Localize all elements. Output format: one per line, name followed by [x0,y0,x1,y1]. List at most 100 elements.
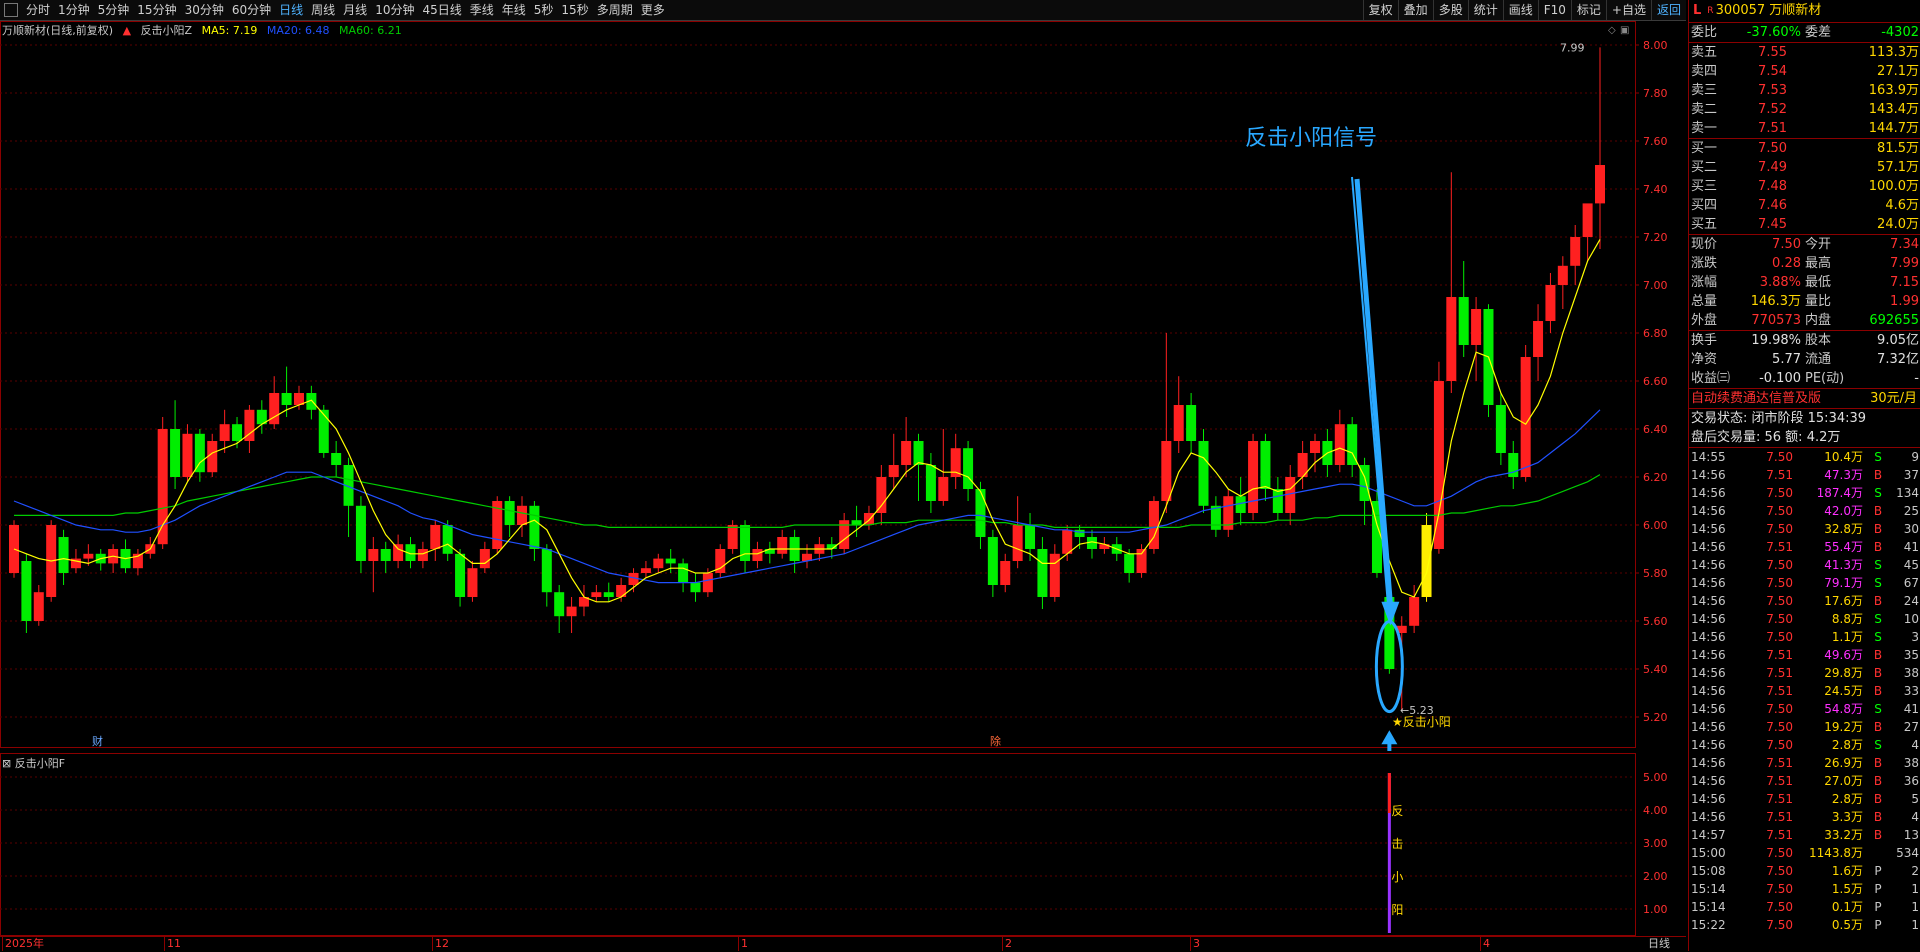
bid-row[interactable]: 买五 7.45 24.0万 [1689,215,1920,234]
candle-body [194,433,205,473]
tick-count: 38 [1903,666,1919,680]
period-tab[interactable]: 更多 [637,0,669,20]
bid-row[interactable]: 买二 7.49 57.1万 [1689,158,1920,177]
bid-label: 买四 [1691,198,1718,213]
candle [888,433,899,489]
period-tab[interactable]: 15分钟 [133,0,180,20]
candle [1235,477,1246,525]
candle-body [1471,309,1482,345]
tick-row: 14:56 7.51 27.0万 B 36 [1689,772,1920,790]
stat-value: 7.99 [1890,256,1919,271]
toolbar-button[interactable]: 画线 [1502,0,1538,20]
tick-time: 14:56 [1691,558,1726,572]
main-kline-chart[interactable]: 8.00 7.80 7.60 7.40 7.20 7.00 6.80 6.60 6.40 6.20… [0,21,1686,751]
ask-row[interactable]: 卖三 7.53 163.9万 [1689,81,1920,100]
tick-price: 7.50 [1766,630,1793,644]
menu-icon[interactable] [4,3,18,17]
period-tab[interactable]: 季线 [466,0,498,20]
ask-volume: 113.3万 [1868,45,1919,60]
candle [1260,433,1271,501]
tick-price: 7.51 [1766,540,1793,554]
candle-body [207,441,218,473]
candle [33,585,44,626]
x-axis-label: 3 [1190,937,1200,951]
period-tab[interactable]: 多周期 [593,0,637,20]
candle-body [665,558,676,564]
y-tick-label: 6.00 [1643,519,1668,532]
candle [764,541,775,564]
fundamental-value: - [1914,371,1919,386]
tick-price: 7.51 [1766,792,1793,806]
period-tab[interactable]: 月线 [339,0,371,20]
diamond-icon[interactable]: ◇ [1608,25,1616,36]
event-marker[interactable]: 财 [92,734,103,748]
ask-volume: 27.1万 [1877,64,1919,79]
tick-volume: 26.9万 [1824,756,1863,770]
promo-row[interactable]: 自动续费通达信普及版 30元/月 [1689,388,1920,408]
x-axis-label: 11 [164,937,181,951]
stat-row: 涨跌 0.28 最高 7.99 [1689,254,1920,273]
bid-row[interactable]: 买一 7.50 81.5万 [1689,139,1920,158]
tick-price: 7.51 [1766,828,1793,842]
candle [529,501,540,561]
toolbar-button[interactable]: 标记 [1570,0,1606,20]
toolbar-button[interactable]: F10 [1537,0,1571,20]
toolbar-button[interactable]: 多股 [1432,0,1468,20]
signal-label: ★反击小阳 [1392,715,1451,729]
candle [802,544,812,569]
toolbar-button[interactable]: 统计 [1467,0,1503,20]
event-marker[interactable]: 除 [990,734,1001,748]
candle [504,496,515,537]
period-tab[interactable]: 45日线 [418,0,465,20]
tick-volume: 1.1万 [1831,630,1863,644]
candle [517,496,528,537]
toolbar-button[interactable]: 叠加 [1397,0,1433,20]
bid-volume: 81.5万 [1877,141,1919,156]
tick-volume: 1143.8万 [1809,846,1863,860]
period-tab[interactable]: 5分钟 [94,0,134,20]
toolbar-button[interactable]: 复权 [1362,0,1398,20]
period-tab[interactable]: 日线 [275,0,307,20]
window-icon[interactable]: ▣ [1620,25,1629,36]
bid-row[interactable]: 买四 7.46 4.6万 [1689,196,1920,215]
ask-row[interactable]: 卖四 7.54 27.1万 [1689,62,1920,81]
period-tab[interactable]: 60分钟 [228,0,275,20]
tick-row: 14:56 7.51 26.9万 B 38 [1689,754,1920,772]
toolbar-button[interactable]: 返回 [1650,0,1686,20]
period-tab[interactable]: 周线 [307,0,339,20]
tick-price: 7.50 [1766,504,1793,518]
candle-body [331,453,342,465]
period-tab[interactable]: 10分钟 [371,0,418,20]
candle-body [640,568,651,573]
sub-legend-close-icon[interactable]: ⊠ [2,757,11,770]
legend-indicator[interactable]: 反击小阳Z [141,24,193,37]
x-axis-label: 12 [432,937,449,951]
bid-row[interactable]: 买三 7.48 100.0万 [1689,177,1920,196]
sub-indicator-chart[interactable]: 5.00 4.00 3.00 2.00 1.00 反击小阳 [0,753,1686,936]
period-tab[interactable]: 分时 [22,0,54,20]
ask-row[interactable]: 卖五 7.55 113.3万 [1689,43,1920,62]
x-axis-period-label[interactable]: 日线 [1648,937,1670,951]
bid-volume: 4.6万 [1885,198,1919,213]
x-axis-label: 2025年 [2,937,44,951]
tick-time: 14:56 [1691,684,1726,698]
tick-list[interactable]: 14:55 7.50 10.4万 S 9 14:56 7.51 47.3万 B 37 14:56 7.… [1689,447,1920,934]
tick-time: 14:56 [1691,792,1726,806]
tick-volume: 27.0万 [1824,774,1863,788]
ask-row[interactable]: 卖一 7.51 144.7万 [1689,119,1920,138]
toolbar-button[interactable]: +自选 [1605,0,1651,20]
period-tab[interactable]: 5秒 [530,0,558,20]
candle [1545,273,1556,333]
period-tab[interactable]: 年线 [498,0,530,20]
tick-count: 36 [1903,774,1919,788]
candle-body [33,592,44,621]
candle-body [1545,285,1556,321]
tick-volume: 79.1万 [1824,576,1863,590]
ask-row[interactable]: 卖二 7.52 143.4万 [1689,100,1920,119]
candle [1458,261,1469,357]
period-tab[interactable]: 15秒 [557,0,592,20]
tick-time: 15:14 [1691,900,1726,914]
period-tab[interactable]: 30分钟 [181,0,228,20]
tick-count: 2 [1911,864,1919,878]
period-tab[interactable]: 1分钟 [54,0,94,20]
